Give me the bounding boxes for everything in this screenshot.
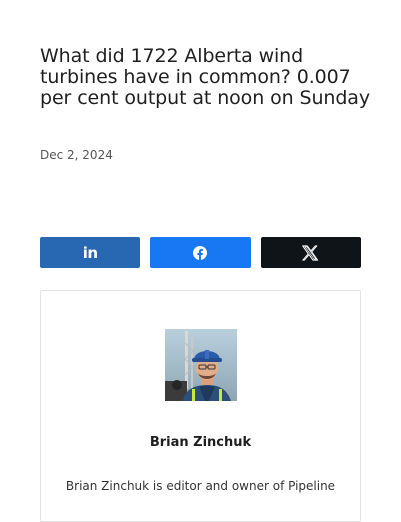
- linkedin-icon: in: [82, 243, 98, 262]
- article-title: What did 1722 Alberta wind turbines have…: [40, 45, 370, 109]
- author-photo: [165, 329, 237, 401]
- author-name[interactable]: Brian Zinchuk: [41, 435, 360, 450]
- x-icon: [302, 244, 319, 261]
- share-facebook-button[interactable]: [150, 237, 251, 268]
- article-date: Dec 2, 2024: [40, 148, 113, 162]
- author-card: Brian Zinchuk Brian Zinchuk is editor an…: [40, 290, 361, 522]
- share-linkedin-button[interactable]: in: [40, 237, 141, 268]
- author-bio: Brian Zinchuk is editor and owner of Pip…: [65, 479, 336, 493]
- share-bar: in: [40, 237, 361, 268]
- share-x-button[interactable]: [260, 237, 361, 268]
- facebook-icon: [193, 245, 208, 260]
